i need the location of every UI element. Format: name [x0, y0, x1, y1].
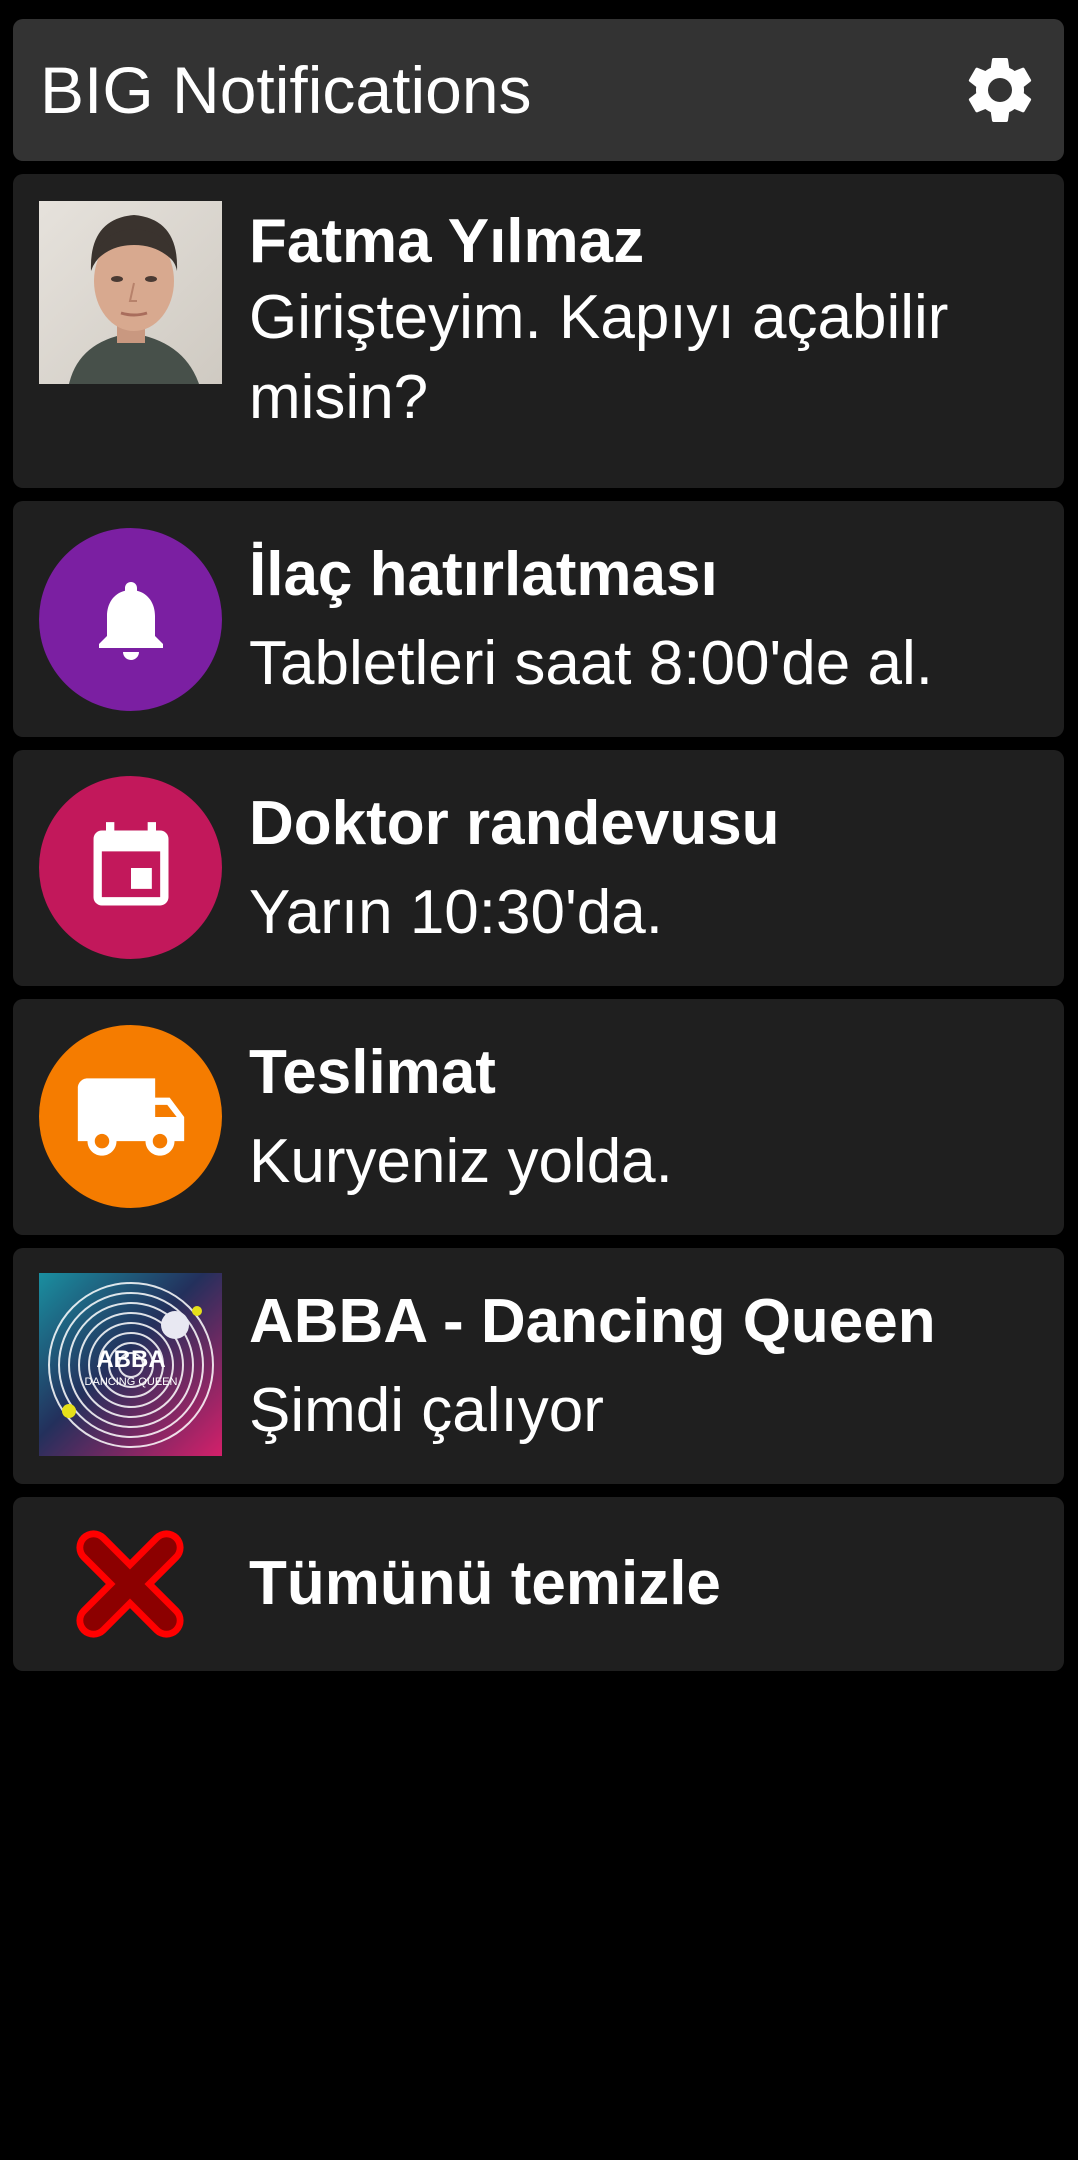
album-art: ABBA DANCING QUEEN — [39, 1273, 222, 1456]
album-art-subtitle: DANCING QUEEN — [85, 1376, 178, 1388]
appointment-icon-circle — [39, 776, 222, 959]
notification-card[interactable]: Doktor randevusu Yarın 10:30'da. — [13, 750, 1064, 986]
app-title: BIG Notifications — [40, 53, 532, 127]
notification-card[interactable]: Fatma Yılmaz Girişteyim. Kapıyı açabilir… — [13, 174, 1064, 488]
notification-card[interactable]: İlaç hatırlatması Tabletleri saat 8:00'd… — [13, 501, 1064, 737]
contact-photo — [39, 201, 222, 384]
notification-title: Fatma Yılmaz — [249, 207, 645, 276]
close-icon — [76, 1530, 184, 1638]
clear-all-button[interactable]: Tümünü temizle — [13, 1497, 1064, 1671]
notification-card[interactable]: ABBA DANCING QUEEN ABBA - Dancing Queen … — [13, 1248, 1064, 1484]
album-art-title: ABBA — [96, 1346, 165, 1373]
notification-body: Tabletleri saat 8:00'de al. — [249, 629, 933, 698]
notification-title: ABBA - Dancing Queen — [249, 1287, 936, 1356]
notification-body: Şimdi çalıyor — [249, 1376, 604, 1445]
app-header: BIG Notifications — [13, 19, 1064, 161]
bell-icon — [98, 581, 163, 660]
notification-body: Girişteyim. Kapıyı açabilir misin? — [249, 283, 949, 432]
delivery-icon-circle — [39, 1025, 222, 1208]
notification-body: Kuryeniz yolda. — [249, 1127, 673, 1196]
clear-all-label: Tümünü temizle — [249, 1549, 721, 1618]
gear-icon[interactable] — [960, 50, 1040, 130]
notification-title: İlaç hatırlatması — [249, 540, 718, 609]
notification-card[interactable]: Teslimat Kuryeniz yolda. — [13, 999, 1064, 1235]
reminder-icon-circle — [39, 528, 222, 711]
notification-title: Teslimat — [249, 1038, 496, 1107]
notification-title: Doktor randevusu — [249, 789, 780, 858]
calendar-icon — [93, 821, 168, 905]
truck-icon — [77, 1077, 184, 1156]
notification-body: Yarın 10:30'da. — [249, 878, 663, 947]
